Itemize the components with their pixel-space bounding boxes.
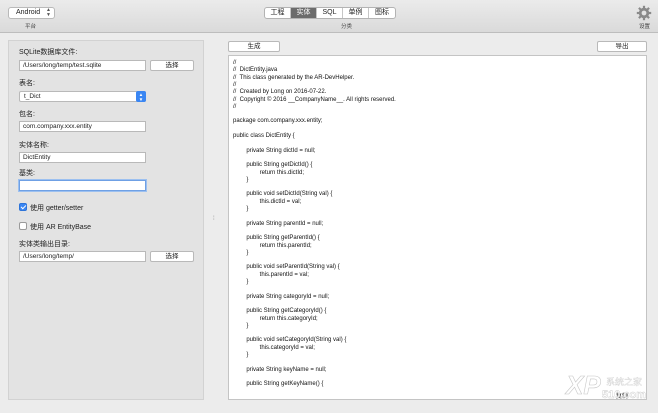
- entity-name-label: 实体名称:: [19, 142, 49, 149]
- code-line: public String getKeyName() {: [233, 381, 324, 388]
- getter-setter-label: 使用 getter/setter: [30, 205, 84, 212]
- split-view-handle[interactable]: ⁞: [213, 216, 215, 222]
- platform-popup[interactable]: Android ▲ ▼: [8, 7, 55, 19]
- table-name-value: t_Dict: [24, 93, 41, 100]
- code-line: // Copyright © 2016 __CompanyName__. All…: [233, 96, 396, 103]
- code-line: //: [233, 60, 237, 66]
- getter-setter-checkbox[interactable]: [19, 203, 27, 211]
- code-line: public void setParentId(String val) {: [233, 264, 340, 271]
- db-file-input[interactable]: /Users/long/temp/test.sqlite: [19, 60, 146, 71]
- code-line: }: [233, 352, 249, 358]
- output-dir-input[interactable]: /Users/long/temp/: [19, 251, 146, 262]
- base-class-label: 基类:: [19, 170, 35, 177]
- tab-entity[interactable]: 实体: [291, 8, 317, 18]
- package-label: 包名:: [19, 111, 35, 118]
- db-choose-button[interactable]: 选择: [150, 60, 194, 71]
- output-choose-button[interactable]: 选择: [150, 251, 194, 262]
- chevron-updown-icon: ▲ ▼: [46, 7, 51, 18]
- generate-button[interactable]: 生成: [228, 41, 280, 52]
- ar-entitybase-checkbox[interactable]: [19, 222, 27, 230]
- code-line: public void setCategoryId(String val) {: [233, 337, 347, 344]
- code-line: }: [233, 249, 249, 256]
- code-line: return this.parentId;: [233, 242, 312, 249]
- base-class-input[interactable]: [19, 180, 146, 191]
- tab-project[interactable]: 工程: [265, 8, 291, 18]
- code-line: //: [233, 103, 237, 110]
- code-line: private String categoryId = null;: [233, 293, 330, 300]
- tab-singleton[interactable]: 单例: [343, 8, 369, 18]
- settings-caption: 设置: [639, 24, 651, 30]
- table-name-select[interactable]: t_Dict ▲ ▼: [19, 91, 146, 102]
- code-line: }: [233, 279, 249, 285]
- category-segmented-control[interactable]: 工程 实体 SQL 单例 图标: [264, 7, 396, 19]
- entity-name-input[interactable]: DictEntity: [19, 152, 146, 163]
- output-dir-label: 实体类输出目录:: [19, 241, 70, 248]
- tab-sql[interactable]: SQL: [317, 8, 343, 18]
- gear-icon[interactable]: [636, 5, 652, 21]
- db-file-label: SQLite数据库文件:: [19, 49, 78, 56]
- chevron-updown-icon: ▲ ▼: [136, 91, 146, 102]
- code-line: //: [233, 81, 237, 88]
- table-name-label: 表名:: [19, 80, 35, 87]
- code-line: private String keyName = null;: [233, 366, 327, 373]
- package-input[interactable]: com.company.xxx.entity: [19, 121, 146, 132]
- code-line: package com.company.xxx.entity;: [233, 118, 323, 125]
- code-line: // DictEntity.java: [233, 67, 278, 74]
- svg-text:系统之家: 系统之家: [606, 376, 642, 388]
- code-line: return this.categoryId;: [233, 315, 318, 322]
- code-line: this.categoryId = val;: [233, 344, 315, 351]
- code-line: public class DictEntity {: [233, 133, 295, 139]
- toolbar: Android ▲ ▼ 平台 工程 实体 SQL 单例 图标 分类 设置: [0, 0, 658, 33]
- code-line: public String getCategoryId() {: [233, 308, 327, 315]
- platform-caption: 平台: [25, 24, 37, 30]
- code-line: }: [233, 322, 249, 329]
- code-line: this.parentId = val;: [233, 271, 309, 278]
- ar-entitybase-label: 使用 AR EntityBase: [30, 224, 92, 231]
- code-line: return this.dictId;: [233, 169, 305, 176]
- code-line: // Created by Long on 2016-07-22.: [233, 89, 327, 96]
- code-line: }: [233, 176, 249, 183]
- tab-icon[interactable]: 图标: [369, 8, 395, 18]
- generated-code-view[interactable]: //// DictEntity.java// This class genera…: [228, 55, 647, 400]
- category-caption: 分类: [341, 24, 353, 30]
- platform-value: Android: [16, 9, 41, 16]
- entity-settings-panel: SQLite数据库文件: /Users/long/temp/test.sqlit…: [8, 40, 204, 400]
- code-line: }: [233, 206, 249, 212]
- code-line: public void setDictId(String val) {: [233, 191, 333, 198]
- code-line: // This class generated by the AR-DevHel…: [233, 74, 355, 81]
- code-line: this.dictId = val;: [233, 198, 302, 205]
- code-line: private String dictId = null;: [233, 147, 316, 154]
- svg-text:510.com: 510.com: [602, 389, 646, 401]
- svg-text:XP: XP: [564, 370, 601, 400]
- code-line: private String parentId = null;: [233, 220, 324, 227]
- site-watermark-logo: XP 系统之家 510.com: [564, 370, 647, 402]
- code-line: public String getDictId() {: [233, 162, 313, 169]
- export-button[interactable]: 导出: [597, 41, 647, 52]
- code-line: public String getParentId() {: [233, 235, 320, 242]
